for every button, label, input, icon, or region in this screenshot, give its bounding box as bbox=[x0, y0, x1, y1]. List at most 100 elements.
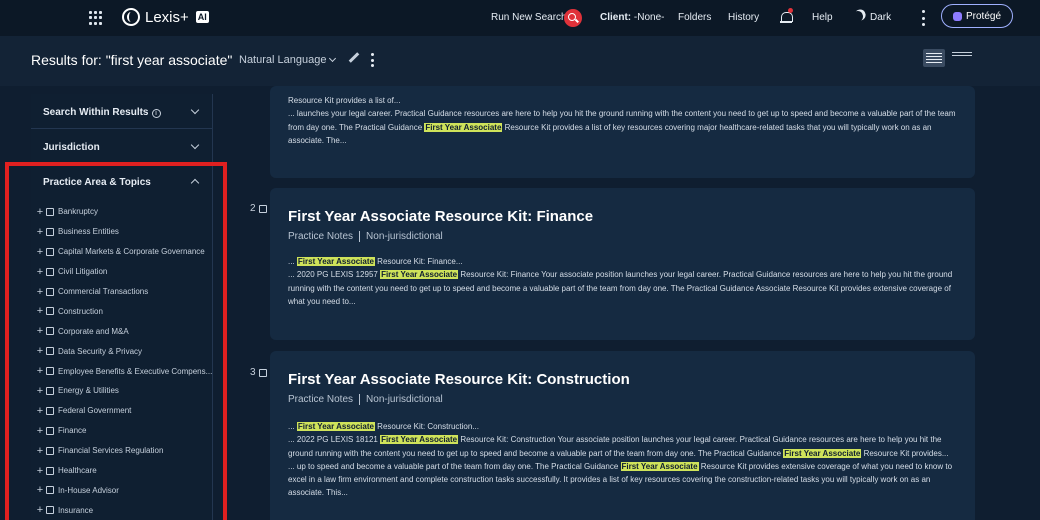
expand-plus-icon[interactable]: + bbox=[36, 385, 44, 397]
expand-plus-icon[interactable]: + bbox=[36, 345, 44, 357]
practice-area-checkbox[interactable] bbox=[46, 247, 54, 256]
expand-plus-icon[interactable]: + bbox=[36, 226, 44, 238]
result-meta: Practice Notes Non-jurisdictional bbox=[288, 231, 443, 242]
edit-search-icon[interactable] bbox=[348, 52, 360, 63]
practice-area-label: Federal Government bbox=[58, 406, 132, 416]
result-title[interactable]: First Year Associate Resource Kit: Finan… bbox=[288, 208, 593, 225]
expand-plus-icon[interactable]: + bbox=[36, 286, 44, 298]
expand-plus-icon[interactable]: + bbox=[36, 206, 44, 218]
practice-area-item[interactable]: + Commercial Transactions bbox=[31, 282, 213, 302]
result-type: Practice Notes bbox=[288, 394, 354, 406]
practice-area-checkbox[interactable] bbox=[46, 287, 54, 296]
list-view-icon[interactable] bbox=[923, 49, 945, 67]
search-highlight: First Year Associate bbox=[783, 448, 862, 458]
expand-plus-icon[interactable]: + bbox=[36, 405, 44, 417]
result-checkbox[interactable] bbox=[258, 368, 267, 377]
practice-area-checkbox[interactable] bbox=[46, 486, 54, 495]
filter-search-within[interactable]: Search Within Results i bbox=[31, 94, 212, 129]
search-options-icon[interactable] bbox=[371, 53, 375, 67]
result-title[interactable]: First Year Associate Resource Kit: Const… bbox=[288, 371, 630, 388]
practice-area-checkbox[interactable] bbox=[46, 426, 54, 435]
expand-plus-icon[interactable]: + bbox=[36, 425, 44, 437]
filter-jurisdiction[interactable]: Jurisdiction bbox=[31, 129, 212, 164]
practice-area-item[interactable]: + Federal Government bbox=[31, 401, 213, 421]
compact-view-icon[interactable] bbox=[952, 52, 972, 60]
practice-area-checkbox[interactable] bbox=[46, 227, 54, 236]
more-options-icon[interactable] bbox=[922, 10, 926, 26]
practice-area-checkbox[interactable] bbox=[46, 446, 54, 455]
result-card-3[interactable]: First Year Associate Resource Kit: Const… bbox=[270, 351, 975, 520]
practice-area-checkbox[interactable] bbox=[46, 406, 54, 415]
filter-label: Practice Area & Topics bbox=[43, 177, 151, 188]
expand-plus-icon[interactable]: + bbox=[36, 484, 44, 496]
practice-area-checkbox[interactable] bbox=[46, 307, 54, 316]
practice-area-item[interactable]: + Insurance bbox=[31, 500, 213, 520]
expand-plus-icon[interactable]: + bbox=[36, 465, 44, 477]
expand-plus-icon[interactable]: + bbox=[36, 266, 44, 278]
practice-area-item[interactable]: + Data Security & Privacy bbox=[31, 341, 213, 361]
practice-area-item[interactable]: + Energy & Utilities bbox=[31, 381, 213, 401]
result-card-2[interactable]: First Year Associate Resource Kit: Finan… bbox=[270, 188, 975, 340]
snippet-line: ... 2022 PG LEXIS 18121 First Year Assoc… bbox=[288, 433, 958, 460]
result-index: 2 bbox=[250, 203, 256, 214]
expand-plus-icon[interactable]: + bbox=[36, 365, 44, 377]
practice-area-checkbox[interactable] bbox=[46, 466, 54, 475]
snippet-text: ... up to speed and become a valuable pa… bbox=[288, 461, 621, 471]
expand-plus-icon[interactable]: + bbox=[36, 305, 44, 317]
chevron-down-icon bbox=[190, 105, 200, 115]
practice-area-label: Employee Benefits & Executive Compens... bbox=[58, 366, 213, 376]
result-number-2: 2 bbox=[250, 203, 267, 214]
practice-area-item[interactable]: + Healthcare bbox=[31, 461, 213, 481]
practice-area-checkbox[interactable] bbox=[46, 386, 54, 395]
practice-area-checkbox[interactable] bbox=[46, 327, 54, 336]
search-icon[interactable] bbox=[564, 9, 582, 27]
practice-area-checkbox[interactable] bbox=[46, 367, 54, 376]
result-meta: Practice Notes Non-jurisdictional bbox=[288, 394, 443, 405]
practice-area-label: Energy & Utilities bbox=[58, 386, 119, 396]
practice-area-item[interactable]: + Finance bbox=[31, 421, 213, 441]
snippet-text: ... 2020 PG LEXIS 12957 bbox=[288, 270, 381, 280]
folders-link[interactable]: Folders bbox=[678, 12, 711, 23]
dark-mode-toggle[interactable]: Dark bbox=[870, 12, 891, 23]
result-card-1[interactable]: Resource Kit provides a list of... ... l… bbox=[270, 86, 975, 178]
result-snippet: ... First Year Associate Resource Kit: C… bbox=[288, 420, 958, 500]
practice-area-checkbox[interactable] bbox=[46, 506, 54, 515]
filter-label: Jurisdiction bbox=[43, 142, 100, 153]
apps-grid-icon[interactable] bbox=[89, 11, 103, 25]
expand-plus-icon[interactable]: + bbox=[36, 504, 44, 516]
practice-area-checkbox[interactable] bbox=[46, 347, 54, 356]
result-checkbox[interactable] bbox=[258, 204, 267, 213]
result-type: Practice Notes bbox=[288, 231, 354, 243]
practice-area-checkbox[interactable] bbox=[46, 267, 54, 276]
history-link[interactable]: History bbox=[728, 12, 759, 23]
protege-button[interactable]: Protégé bbox=[941, 4, 1013, 28]
filter-practice-area[interactable]: Practice Area & Topics bbox=[31, 164, 212, 199]
practice-area-item[interactable]: + Bankruptcy bbox=[31, 202, 213, 222]
client-selector[interactable]: Client: -None- bbox=[600, 12, 664, 23]
practice-area-item[interactable]: + Business Entities bbox=[31, 222, 213, 242]
search-mode-select[interactable]: Natural Language bbox=[239, 54, 337, 66]
run-new-search-link[interactable]: Run New Search bbox=[491, 12, 567, 23]
lexis-logo[interactable]: Lexis+ AI bbox=[122, 8, 209, 26]
expand-plus-icon[interactable]: + bbox=[36, 246, 44, 258]
logo-text: Lexis+ bbox=[145, 8, 189, 26]
practice-area-item[interactable]: + Corporate and M&A bbox=[31, 321, 213, 341]
moon-icon[interactable] bbox=[850, 9, 865, 24]
snippet-line: ... launches your legal career. Practica… bbox=[288, 107, 958, 147]
search-highlight: First Year Associate bbox=[380, 435, 459, 445]
practice-area-item[interactable]: + In-House Advisor bbox=[31, 480, 213, 500]
practice-area-item[interactable]: + Capital Markets & Corporate Governance bbox=[31, 242, 213, 262]
snippet-line: ... First Year Associate Resource Kit: F… bbox=[288, 257, 463, 266]
expand-plus-icon[interactable]: + bbox=[36, 445, 44, 457]
practice-area-item[interactable]: + Employee Benefits & Executive Compens..… bbox=[31, 361, 213, 381]
practice-area-label: Financial Services Regulation bbox=[58, 446, 164, 456]
practice-area-label: Insurance bbox=[58, 505, 94, 515]
filter-sidebar: Search Within Results i Jurisdiction Prac… bbox=[31, 94, 213, 520]
info-icon[interactable]: i bbox=[151, 109, 161, 118]
practice-area-item[interactable]: + Financial Services Regulation bbox=[31, 441, 213, 461]
practice-area-checkbox[interactable] bbox=[46, 207, 54, 216]
help-link[interactable]: Help bbox=[812, 12, 833, 23]
practice-area-item[interactable]: + Construction bbox=[31, 301, 213, 321]
practice-area-item[interactable]: + Civil Litigation bbox=[31, 262, 213, 282]
expand-plus-icon[interactable]: + bbox=[36, 325, 44, 337]
